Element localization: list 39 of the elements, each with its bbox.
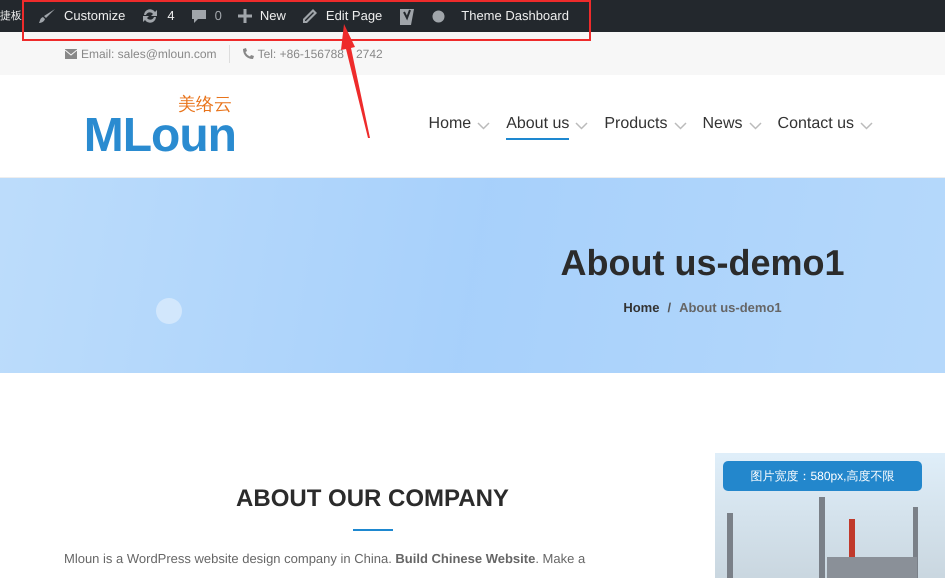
refresh-icon	[141, 8, 160, 24]
chevron-down-icon	[860, 122, 873, 130]
section-heading: ABOUT OUR COMPANY	[236, 484, 509, 514]
nav-link[interactable]: Products	[604, 112, 668, 140]
logo[interactable]: 美络云 MLoun	[64, 94, 236, 158]
chevron-down-icon	[748, 122, 762, 130]
pencil-icon	[302, 8, 318, 24]
email-text: Email: sales@mloun.com	[81, 44, 230, 62]
admin-bar-link[interactable]: 0	[214, 6, 222, 26]
envelope-icon	[65, 48, 77, 58]
brush-icon	[38, 8, 56, 24]
nav-link[interactable]: Contact us	[778, 112, 854, 140]
bubble-icon	[156, 298, 182, 324]
breadcrumb-separator: /	[667, 299, 672, 317]
breadcrumb-current: About us-demo1	[679, 299, 782, 317]
phone-text: 2742	[356, 46, 383, 62]
nav-link[interactable]: About us	[506, 112, 570, 140]
plus-icon	[238, 9, 252, 23]
admin-bar-link[interactable]: Edit Page	[326, 6, 382, 26]
admin-bar-link[interactable]: New	[260, 6, 286, 26]
nav-link[interactable]: Home	[428, 112, 472, 140]
page-title: About us-demo1	[560, 241, 844, 285]
nav-link[interactable]: News	[702, 112, 743, 140]
about-paragraph: Mloun is a WordPress website design company in China. Build Chinese Website. Make a	[64, 551, 586, 567]
caption-badge: 图片宽度：580px,高度不限	[723, 461, 922, 491]
comment-icon	[190, 8, 207, 24]
status-dot-icon	[432, 10, 446, 22]
admin-bar-link[interactable]: Theme Dashboard	[461, 6, 569, 26]
breadcrumb-link[interactable]: Home	[623, 298, 660, 318]
admin-bar-link[interactable]: 4	[167, 6, 175, 26]
phone-text: Tel: +86-156788	[258, 46, 344, 62]
plugin-logo-icon[interactable]	[398, 6, 416, 26]
chevron-down-icon	[477, 122, 490, 130]
chevron-down-icon	[575, 122, 588, 130]
phone-icon	[242, 48, 254, 60]
admin-bar-link[interactable]: Customize	[64, 6, 126, 26]
admin-bar-label[interactable]: 捷板	[0, 8, 22, 24]
chevron-down-icon	[674, 122, 686, 130]
heading-underline	[352, 529, 392, 531]
